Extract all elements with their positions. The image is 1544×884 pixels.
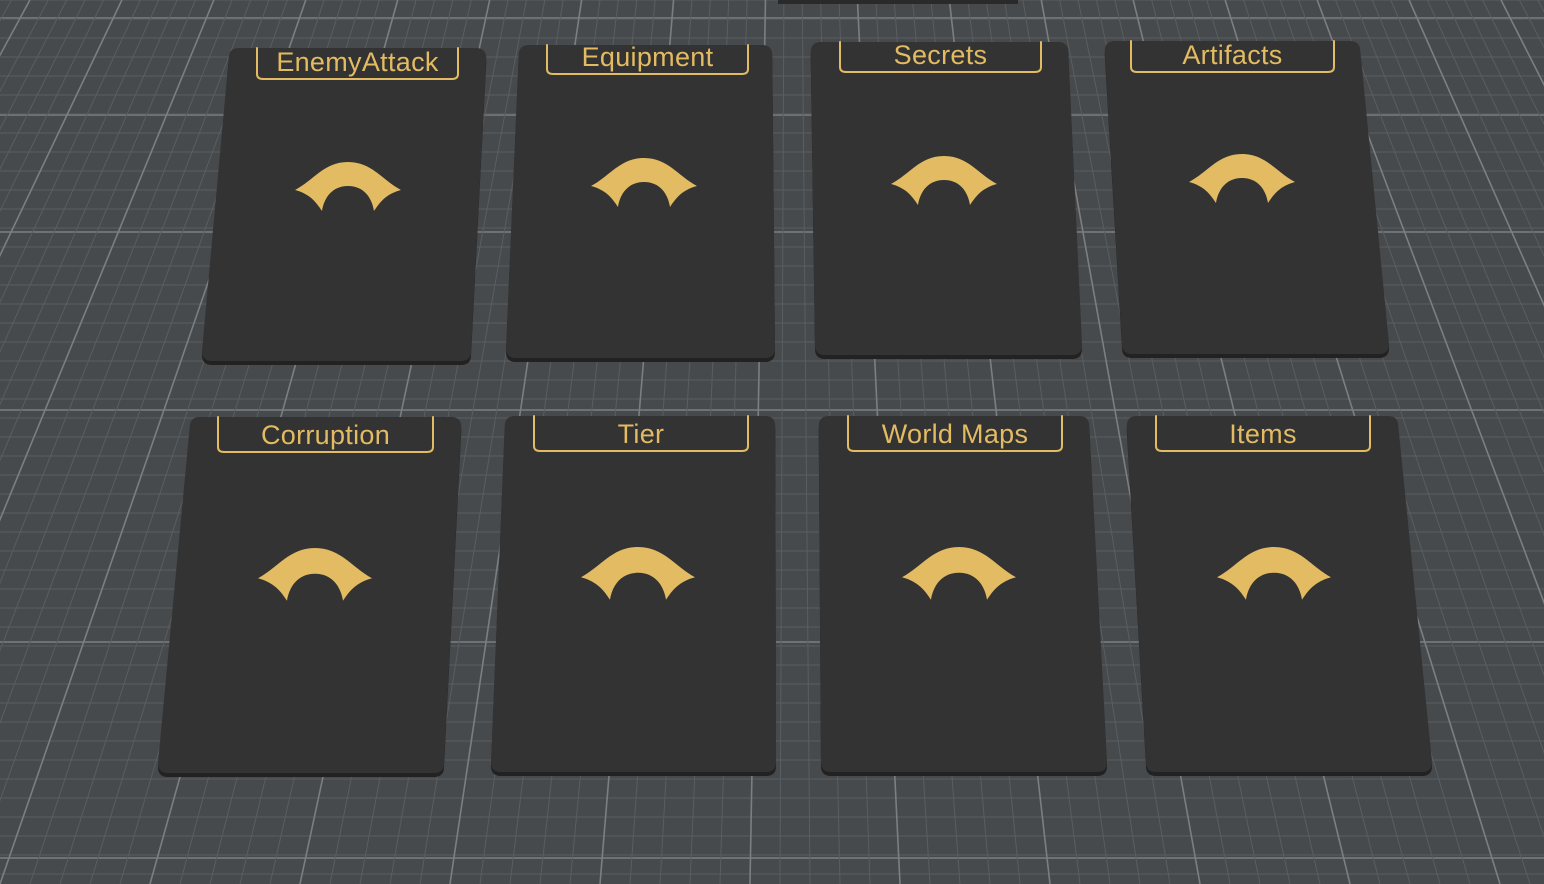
card-title: Secrets: [894, 40, 988, 70]
game-board: EnemyAttack Equipment Secrets Artifacts Corr…: [0, 0, 1544, 884]
card-face: [491, 416, 776, 772]
game-card[interactable]: Equipment: [506, 42, 775, 362]
card-face: [506, 45, 775, 358]
top-edge-bar: [778, 0, 1018, 4]
card-title: Equipment: [582, 42, 714, 72]
card-face: [1126, 416, 1432, 772]
game-card[interactable]: Artifacts: [1104, 40, 1389, 358]
card-face: [158, 417, 462, 773]
game-card[interactable]: Secrets: [810, 40, 1082, 359]
game-card[interactable]: EnemyAttack: [202, 47, 487, 365]
card-face: [1104, 41, 1389, 354]
card-face: [202, 48, 487, 361]
game-card[interactable]: Items: [1126, 415, 1432, 776]
card-title: World Maps: [882, 419, 1029, 449]
card-title: EnemyAttack: [276, 47, 439, 77]
card-title: Items: [1229, 419, 1297, 449]
game-card[interactable]: Corruption: [158, 416, 462, 777]
card-title: Tier: [618, 419, 665, 449]
game-card[interactable]: World Maps: [818, 415, 1107, 776]
card-title: Artifacts: [1182, 40, 1282, 70]
game-card[interactable]: Tier: [491, 415, 776, 776]
card-face: [818, 416, 1107, 772]
card-face: [810, 42, 1082, 355]
card-title: Corruption: [261, 420, 390, 450]
